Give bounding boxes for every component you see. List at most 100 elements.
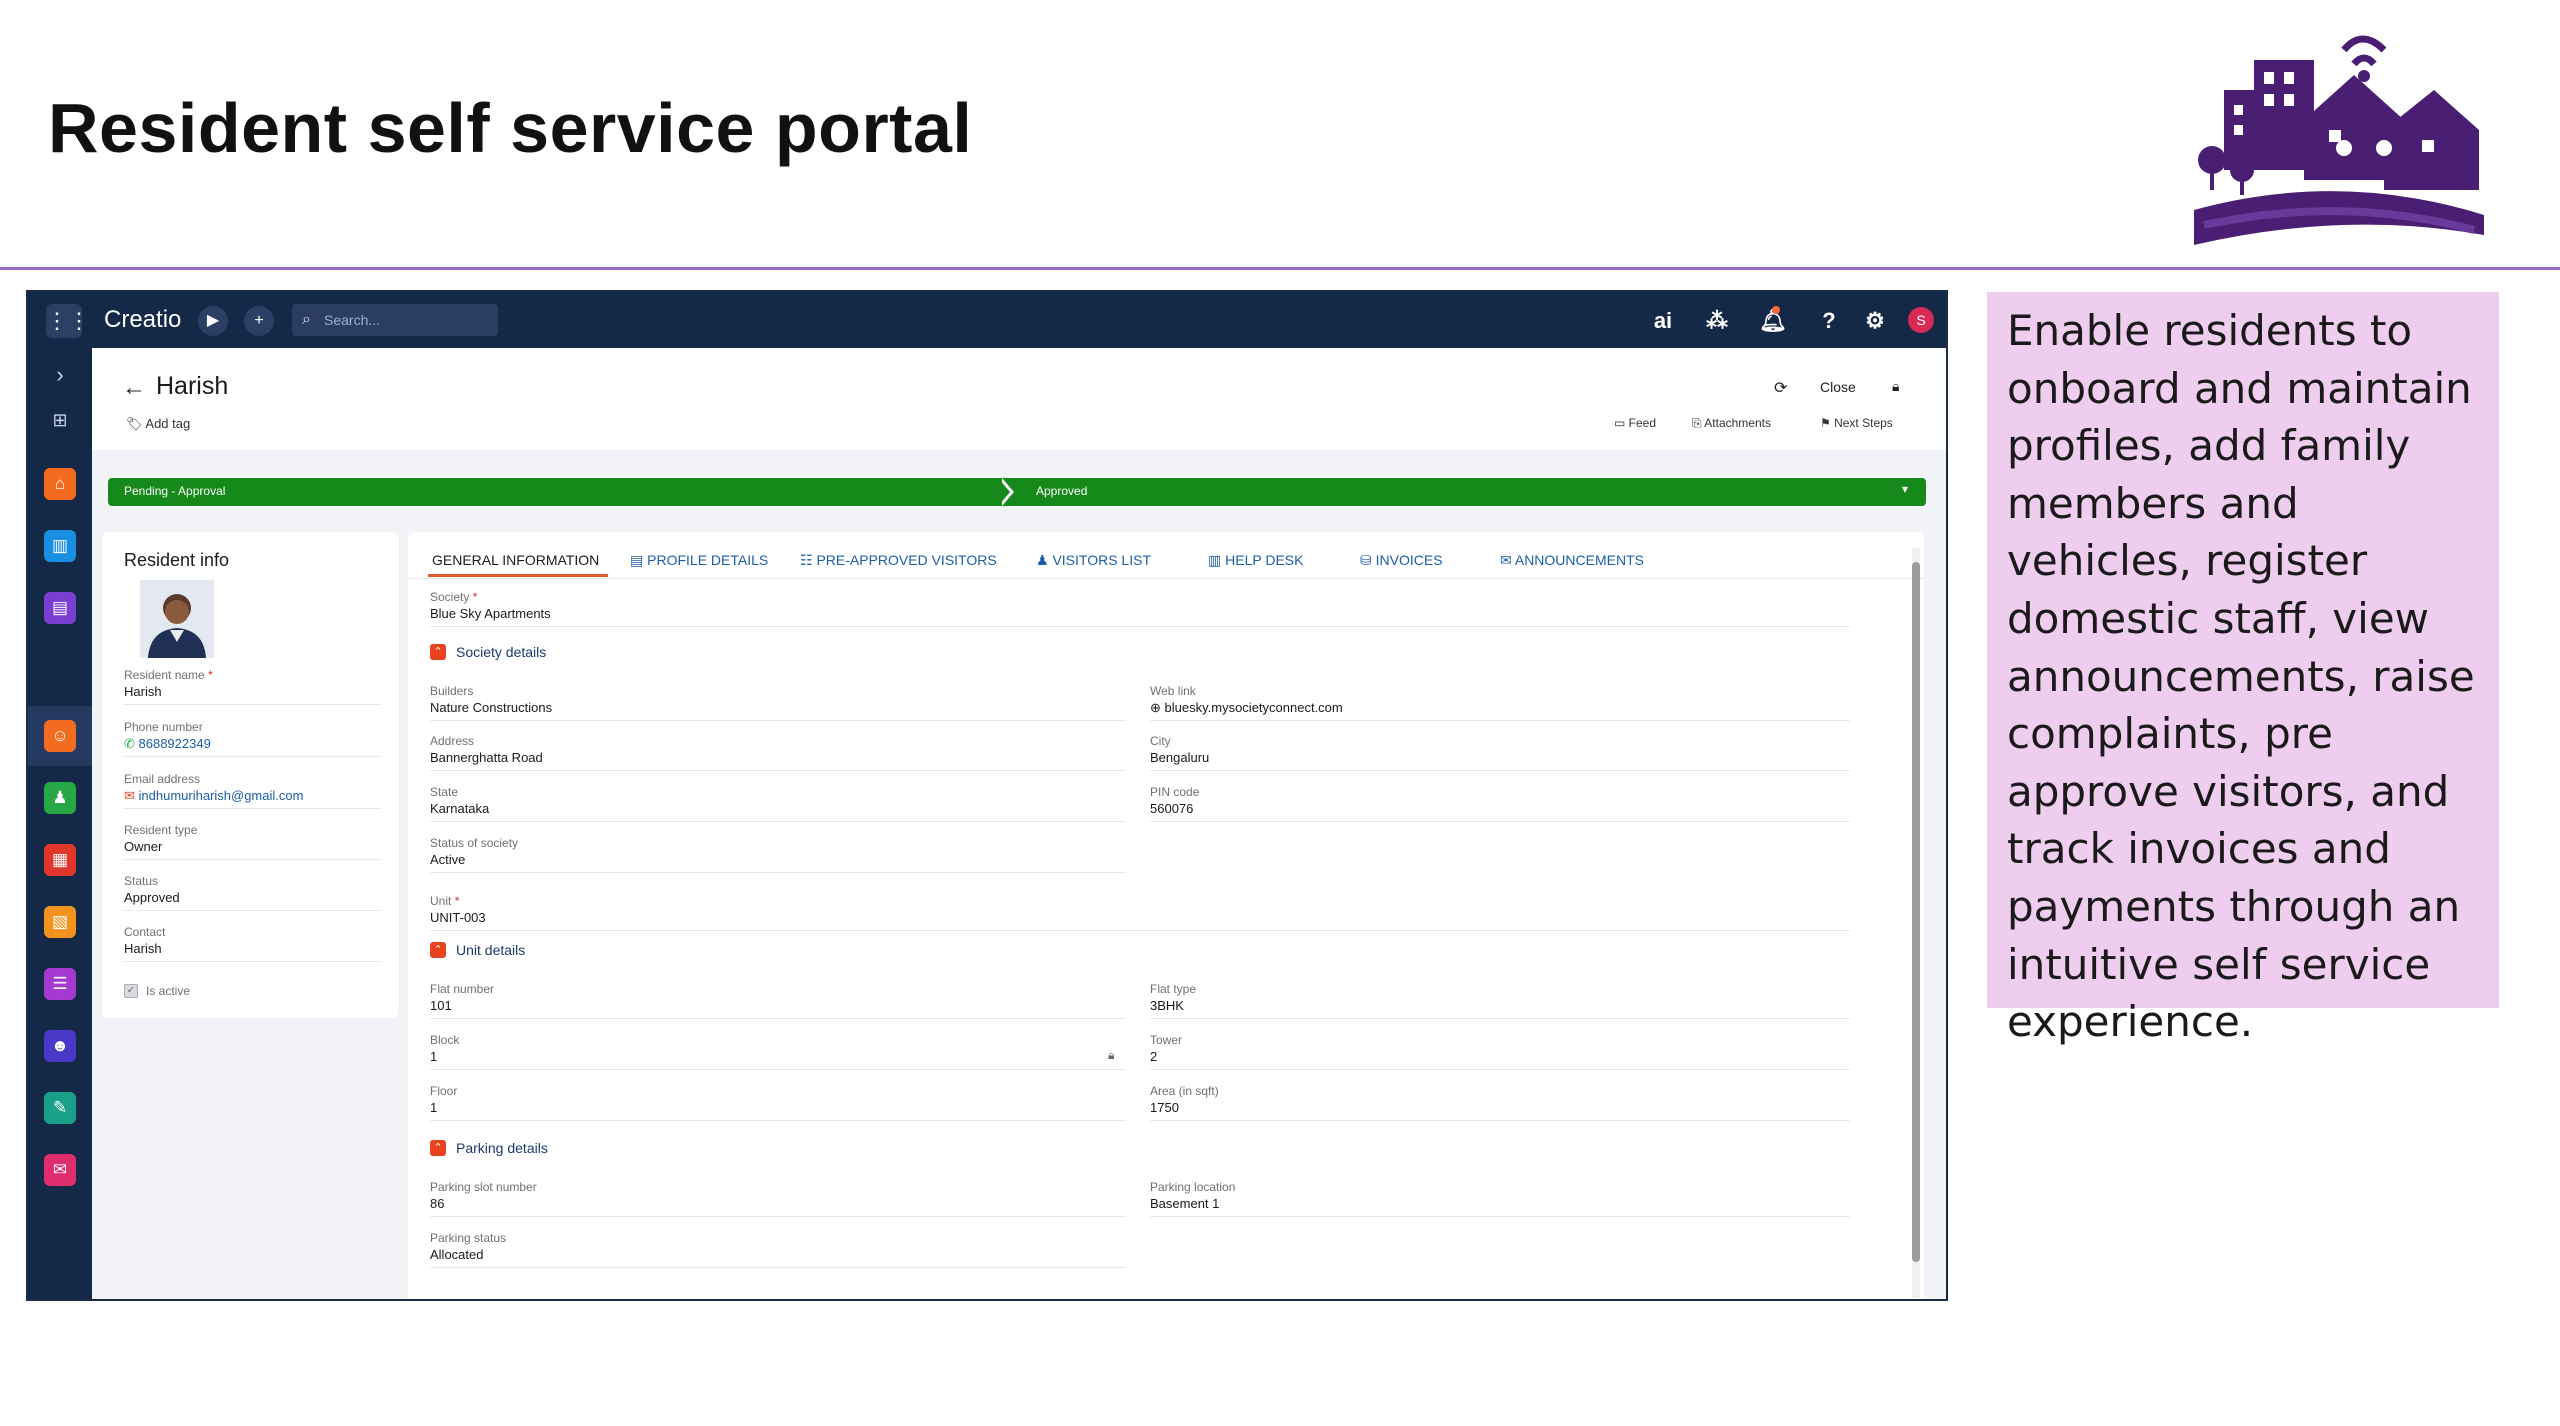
society-status-value[interactable]: Active (430, 852, 465, 867)
unit-details-title[interactable]: Unit details (456, 942, 525, 958)
flat-number-label: Flat number (430, 982, 495, 996)
announcements-icon[interactable]: ✉ (44, 1154, 76, 1186)
settings-icon[interactable]: ⚙ (1860, 306, 1890, 336)
add-icon[interactable]: + (244, 306, 274, 336)
tab-general-information[interactable]: GENERAL INFORMATION (432, 552, 599, 568)
field-divider (1150, 1120, 1850, 1121)
visitors-icon[interactable]: ☻ (44, 1030, 76, 1062)
phone-link[interactable]: ✆ 8688922349 (124, 736, 211, 752)
flat-type-value[interactable]: 3BHK (1150, 998, 1184, 1013)
field-divider (124, 910, 380, 911)
society-icon[interactable]: ▥ (44, 530, 76, 562)
invoices-icon[interactable]: ▦ (44, 844, 76, 876)
block-value[interactable]: 1 (430, 1049, 437, 1064)
unit-value[interactable]: UNIT-003 (430, 910, 486, 925)
state-value[interactable]: Karnataka (430, 801, 489, 816)
address-value[interactable]: Bannerghatta Road (430, 750, 543, 765)
field-divider (430, 1267, 1126, 1268)
globe-icon: ⊕ (1150, 700, 1165, 715)
tab-help-desk[interactable]: ▥ HELP DESK (1208, 552, 1303, 569)
search-input[interactable]: ⌕ Search... (292, 304, 498, 336)
collapse-icon[interactable]: ⌃ (430, 942, 446, 958)
pin-code-value[interactable]: 560076 (1150, 801, 1193, 816)
tabs-divider (408, 578, 1924, 579)
city-value[interactable]: Bengaluru (1150, 750, 1209, 765)
units-icon[interactable]: ▤ (44, 592, 76, 624)
email-icon: ✉ (124, 788, 139, 803)
area-value[interactable]: 1750 (1150, 1100, 1179, 1115)
resident-info-title: Resident info (124, 550, 230, 570)
help-icon[interactable]: ? (1814, 306, 1844, 336)
stage-bar[interactable]: Pending - Approval Approved ▾ (108, 478, 1926, 506)
documents-icon[interactable]: ✎ (44, 1092, 76, 1124)
scrollbar-thumb[interactable] (1912, 562, 1920, 1262)
ai-icon[interactable]: ai (1648, 306, 1678, 336)
slide: Resident self service portal Enable resi… (0, 0, 2560, 1426)
home-icon[interactable]: ⌂ (44, 468, 76, 500)
collapse-icon[interactable]: ⌃ (430, 1140, 446, 1156)
person-icon: ♟ (1036, 552, 1053, 568)
status-value[interactable]: Approved (124, 890, 180, 905)
feed-button[interactable]: ▭ Feed (1614, 416, 1656, 430)
helpdesk-icon[interactable]: ☰ (44, 968, 76, 1000)
paperclip-icon: ⎘ (1692, 416, 1705, 430)
tab-visitors-list[interactable]: ♟ VISITORS LIST (1036, 552, 1151, 569)
flat-number-value[interactable]: 101 (430, 998, 452, 1013)
residents-icon[interactable]: ☺ (44, 720, 76, 752)
field-divider (124, 859, 380, 860)
reports-icon[interactable]: ▧ (44, 906, 76, 938)
tab-pre-approved-visitors[interactable]: ☷ PRE-APPROVED VISITORS (800, 552, 997, 569)
field-divider (1150, 821, 1850, 822)
user-avatar[interactable]: S (1908, 307, 1934, 333)
email-link[interactable]: ✉ indhumuriharish@gmail.com (124, 788, 303, 804)
stage-next[interactable]: Approved (1036, 484, 1087, 498)
parking-location-value[interactable]: Basement 1 (1150, 1196, 1219, 1211)
contact-value[interactable]: Harish (124, 941, 162, 956)
parking-slot-value[interactable]: 86 (430, 1196, 444, 1211)
status-label: Status (124, 874, 159, 888)
profile-icon: ▤ (630, 552, 648, 568)
attachments-button[interactable]: ⎘ Attachments (1692, 416, 1771, 431)
community-logo-icon (2194, 35, 2484, 245)
back-arrow-icon[interactable]: ← (122, 374, 146, 402)
add-tag-button[interactable]: 🏷︎ Add tag (126, 416, 190, 432)
apps-grid-icon[interactable]: ⋮⋮ (46, 304, 90, 338)
contacts-icon[interactable]: ♟ (44, 782, 76, 814)
close-button[interactable]: Close (1820, 379, 1856, 395)
field-divider (124, 808, 380, 809)
tab-announcements[interactable]: ✉ ANNOUNCEMENTS (1500, 552, 1644, 569)
tab-invoices[interactable]: ⛁ INVOICES (1360, 552, 1443, 569)
top-bar: ⋮⋮ Creatio ▶ + ⌕ Search... ai ⁂ 🔔︎ ? ⚙ S (28, 292, 1946, 348)
collapse-icon[interactable]: ⌃ (430, 644, 446, 660)
apps-icon[interactable]: ⁂ (1702, 306, 1732, 336)
resident-type-value[interactable]: Owner (124, 839, 162, 854)
society-details-title[interactable]: Society details (456, 644, 546, 660)
society-status-label: Status of society (430, 836, 519, 850)
play-icon[interactable]: ▶ (198, 306, 228, 336)
chevron-down-icon[interactable]: ▾ (1902, 482, 1908, 496)
tab-profile-details[interactable]: ▤ PROFILE DETAILS (630, 552, 768, 569)
refresh-icon[interactable]: ⟳ (1774, 378, 1787, 398)
title-divider (0, 267, 2560, 270)
stage-separator-tip (998, 478, 1010, 506)
floor-value[interactable]: 1 (430, 1100, 437, 1115)
tower-value[interactable]: 2 (1150, 1049, 1157, 1064)
lock-icon: 🔒︎ (1892, 378, 1900, 394)
record-header: ← Harish 🏷︎ Add tag ⟳ Close 🔒︎ ▭ Feed ⎘ … (92, 348, 1946, 450)
web-link-value[interactable]: ⊕ bluesky.mysocietyconnect.com (1150, 700, 1343, 716)
builders-value[interactable]: Nature Constructions (430, 700, 552, 715)
stage-current[interactable]: Pending - Approval (124, 484, 225, 498)
parking-location-label: Parking location (1150, 1180, 1236, 1194)
parking-status-value[interactable]: Allocated (430, 1247, 483, 1262)
expand-chevron-icon[interactable]: › (48, 362, 72, 388)
is-active-checkbox[interactable]: ✓ (124, 984, 138, 998)
workspace-icon[interactable]: ⊞ (48, 410, 72, 431)
society-value[interactable]: Blue Sky Apartments (430, 606, 551, 621)
society-label: Society * (430, 590, 478, 604)
record-title: Harish (156, 372, 229, 400)
creatio-app-window: ⋮⋮ Creatio ▶ + ⌕ Search... ai ⁂ 🔔︎ ? ⚙ S… (26, 290, 1948, 1301)
slide-title: Resident self service portal (48, 89, 973, 167)
parking-details-title[interactable]: Parking details (456, 1140, 548, 1156)
email-label: Email address (124, 772, 201, 786)
next-steps-button[interactable]: ⚑ Next Steps (1820, 416, 1893, 430)
